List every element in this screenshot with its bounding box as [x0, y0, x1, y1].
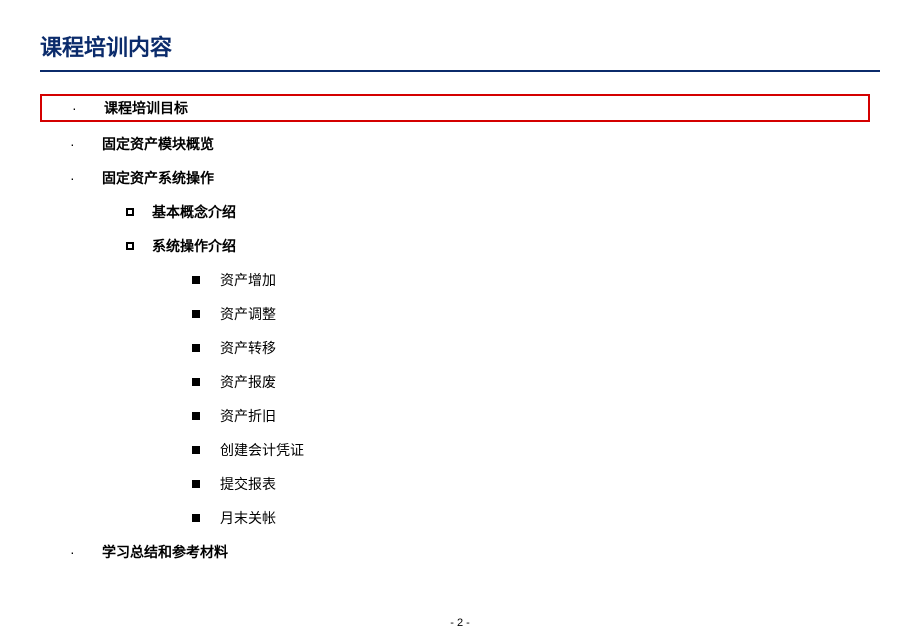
dot-bullet-icon: · [70, 170, 102, 186]
outline-item-label: 固定资产模块概览 [102, 134, 214, 154]
outline-item-asset-depreciation: 资产折旧 [40, 406, 880, 426]
outline-item-label: 资产转移 [220, 338, 276, 358]
outline-item-label: 资产增加 [220, 270, 276, 290]
dot-bullet-icon: · [70, 136, 102, 152]
outline-item-label: 资产调整 [220, 304, 276, 324]
outline-item-goal: · 课程培训目标 [40, 94, 870, 122]
filled-square-bullet-icon [192, 310, 200, 318]
outline-item-basic-concepts: 基本概念介绍 [40, 202, 880, 222]
outline-item-label: 系统操作介绍 [152, 236, 236, 256]
outline-item-label: 提交报表 [220, 474, 276, 494]
filled-square-bullet-icon [192, 412, 200, 420]
outline-item-label: 课程培训目标 [104, 98, 188, 118]
filled-square-bullet-icon [192, 276, 200, 284]
outline-item-label: 固定资产系统操作 [102, 168, 214, 188]
outline-item-month-end-close: 月末关帐 [40, 508, 880, 528]
outline-item-summary-materials: · 学习总结和参考材料 [40, 542, 880, 562]
outline-item-label: 学习总结和参考材料 [102, 542, 228, 562]
outline-item-asset-scrap: 资产报废 [40, 372, 880, 392]
outline-item-system-operations: · 固定资产系统操作 [40, 168, 880, 188]
outline-item-asset-add: 资产增加 [40, 270, 880, 290]
outline-item-asset-transfer: 资产转移 [40, 338, 880, 358]
hollow-square-bullet-icon [126, 208, 134, 216]
outline-item-module-overview: · 固定资产模块概览 [40, 134, 880, 154]
dot-bullet-icon: · [72, 100, 104, 116]
outline-item-label: 资产折旧 [220, 406, 276, 426]
filled-square-bullet-icon [192, 446, 200, 454]
outline-item-label: 资产报废 [220, 372, 276, 392]
filled-square-bullet-icon [192, 480, 200, 488]
filled-square-bullet-icon [192, 344, 200, 352]
dot-bullet-icon: · [70, 544, 102, 560]
outline-list: · 课程培训目标 · 固定资产模块概览 · 固定资产系统操作 基本概念介绍 系统… [40, 94, 880, 562]
outline-item-operation-intro: 系统操作介绍 [40, 236, 880, 256]
slide-title: 课程培训内容 [40, 30, 880, 72]
filled-square-bullet-icon [192, 514, 200, 522]
page-number: - 2 - [0, 617, 920, 629]
outline-item-submit-report: 提交报表 [40, 474, 880, 494]
outline-item-create-voucher: 创建会计凭证 [40, 440, 880, 460]
outline-item-label: 创建会计凭证 [220, 440, 304, 460]
filled-square-bullet-icon [192, 378, 200, 386]
outline-item-label: 月末关帐 [220, 508, 276, 528]
outline-item-asset-adjust: 资产调整 [40, 304, 880, 324]
hollow-square-bullet-icon [126, 242, 134, 250]
outline-item-label: 基本概念介绍 [152, 202, 236, 222]
